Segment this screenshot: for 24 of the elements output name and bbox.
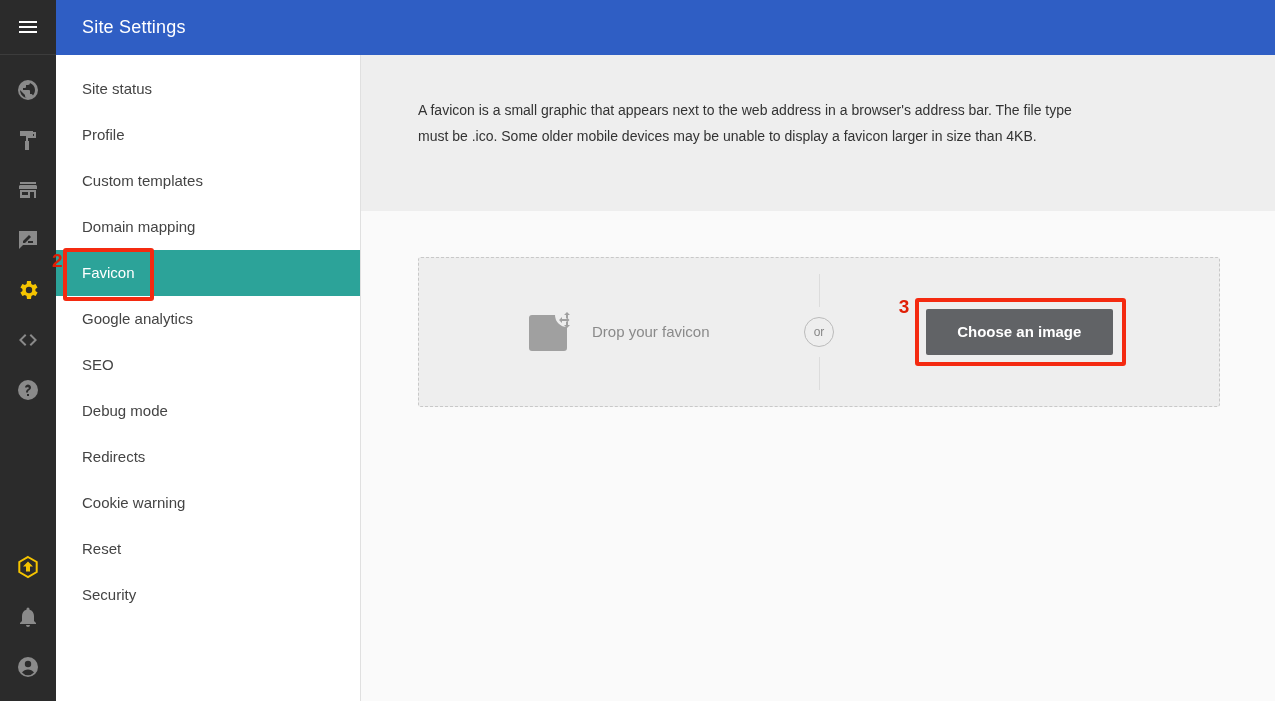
drop-hint: Drop your favicon bbox=[591, 321, 710, 342]
upgrade-icon[interactable] bbox=[16, 555, 40, 579]
sidebar-item[interactable]: Debug mode bbox=[56, 388, 360, 434]
step-number: 3 bbox=[898, 297, 910, 316]
sidebar-item[interactable]: SEO bbox=[56, 342, 360, 388]
sidebar-item[interactable]: Cookie warning bbox=[56, 480, 360, 526]
info-text: A favicon is a small graphic that appears next to the web address in a browser's address bar. The file type must be .ico. Some older mobile devices may be unable to display a favicon larger in size than 4KB. bbox=[418, 101, 1073, 146]
or-separator: or bbox=[804, 317, 834, 347]
file-drop-icon bbox=[527, 311, 570, 353]
choose-image-button[interactable]: Choose an image bbox=[925, 309, 1113, 355]
help-icon[interactable] bbox=[16, 378, 40, 402]
feedback-icon[interactable] bbox=[16, 228, 40, 252]
sidebar-item[interactable]: Redirects bbox=[56, 434, 360, 480]
sidebar-item[interactable]: Custom templates bbox=[56, 158, 360, 204]
sidebar-item[interactable]: Google analytics bbox=[56, 296, 360, 342]
sidebar-item[interactable]: Site status bbox=[56, 66, 360, 112]
sidebar-item[interactable]: Security bbox=[56, 572, 360, 618]
globe-icon[interactable] bbox=[16, 78, 40, 102]
sidebar-item[interactable]: Domain mapping bbox=[56, 204, 360, 250]
sidebar-item[interactable]: Reset bbox=[56, 526, 360, 572]
page-title: Site Settings bbox=[82, 16, 186, 39]
drop-zone[interactable]: Drop your favicon or Choose an image 3 bbox=[418, 257, 1220, 407]
account-icon[interactable] bbox=[16, 655, 40, 679]
sidebar-item[interactable]: Profile bbox=[56, 112, 360, 158]
